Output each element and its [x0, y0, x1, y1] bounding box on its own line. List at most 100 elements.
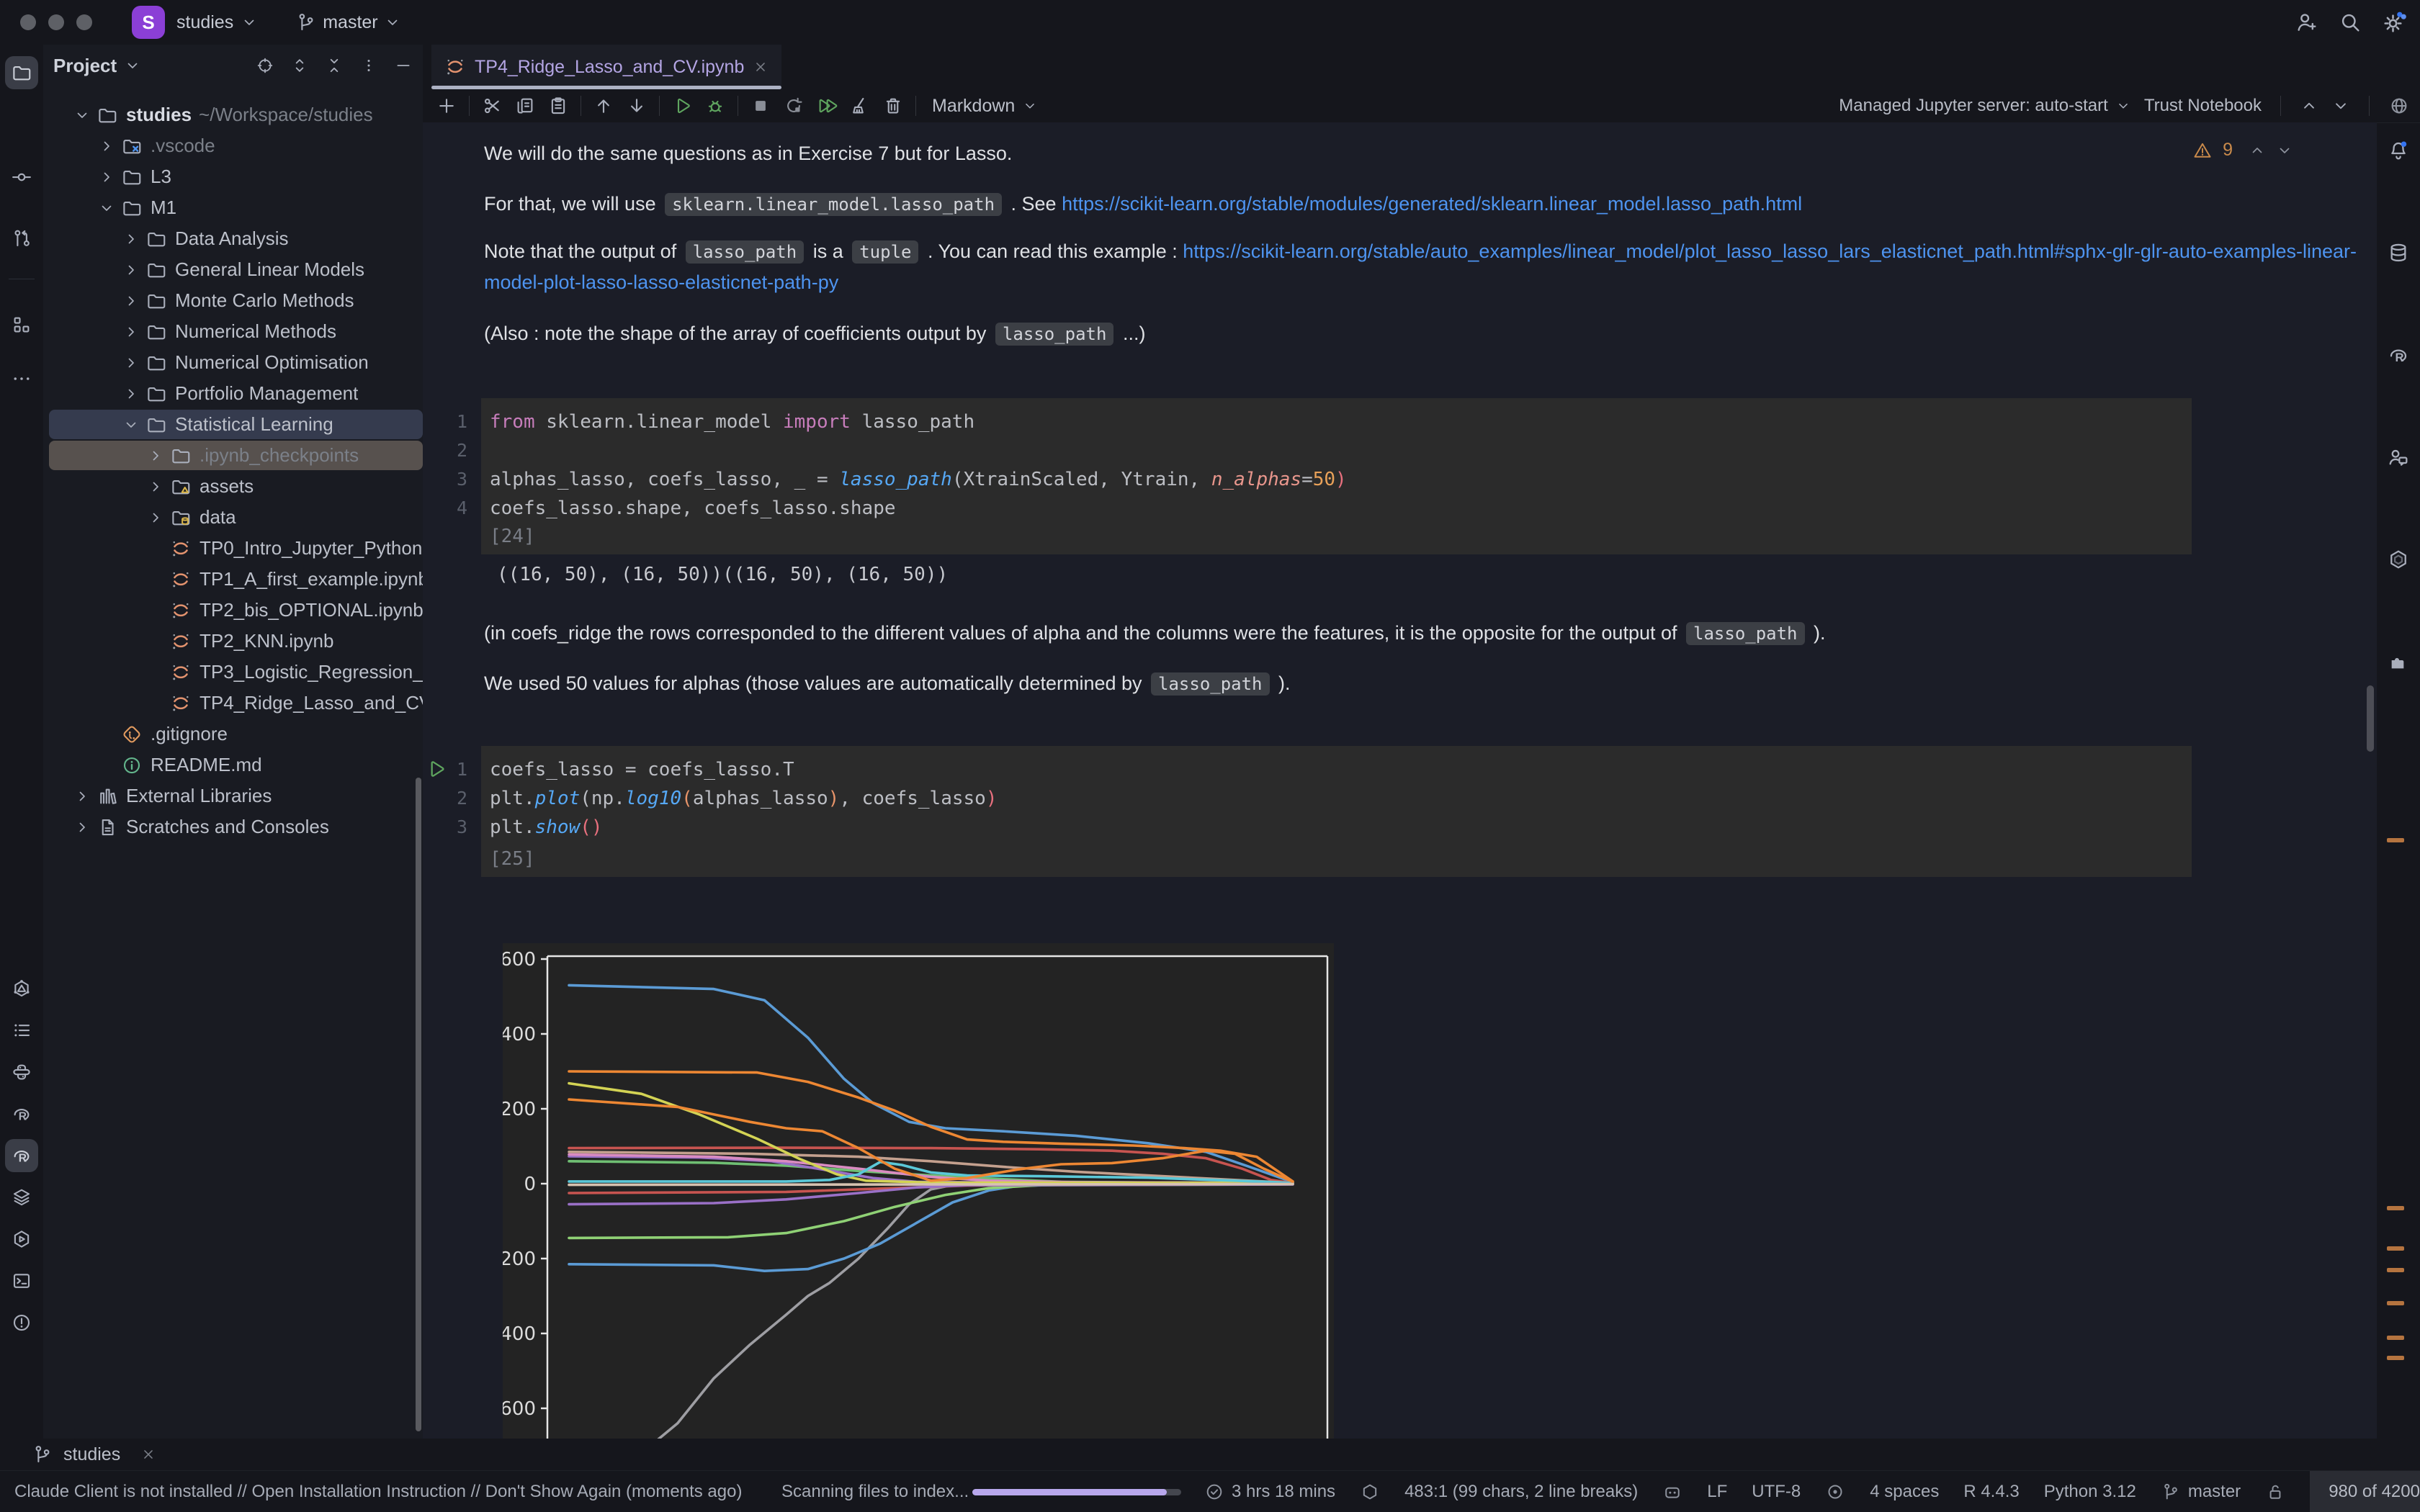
notebook-editor[interactable]: 9 We will do the same questions as in Ex… [423, 122, 2377, 1439]
prev-cell-icon[interactable] [2300, 96, 2318, 115]
rlang-tool-icon[interactable]: R [0, 1135, 43, 1176]
tab-close-icon[interactable] [753, 59, 768, 75]
chevron-right-icon[interactable] [118, 323, 144, 341]
tree-item-vscode[interactable]: .vscode [43, 130, 423, 161]
paste-cell-button[interactable] [542, 91, 575, 120]
structure-tool-icon[interactable] [0, 304, 43, 346]
session-time[interactable]: 3 hrs 18 mins [1204, 1482, 1335, 1502]
folder-tool-tool-icon[interactable] [0, 52, 43, 94]
chevron-down-icon[interactable] [118, 416, 144, 433]
move-up-button[interactable] [587, 91, 620, 120]
status-message[interactable]: Claude Client is not installed // Open I… [14, 1471, 742, 1512]
database-tool-icon[interactable] [2377, 232, 2420, 274]
tree-item-ipynb-checkpoints[interactable]: .ipynb_checkpoints [43, 440, 423, 471]
git-tab-label[interactable]: studies [63, 1444, 120, 1465]
chevron-down-icon[interactable] [94, 199, 120, 217]
chevron-right-icon[interactable] [118, 261, 144, 279]
git-tab-close-icon[interactable] [140, 1446, 156, 1462]
debug-cell-button[interactable] [699, 91, 732, 120]
add-cell-button[interactable] [430, 91, 463, 120]
tree-item-tp2-knn-ipynb[interactable]: TP2_KNN.ipynb [43, 626, 423, 657]
tree-item-monte-carlo-methods[interactable]: Monte Carlo Methods [43, 285, 423, 316]
tree-item-general-linear-models[interactable]: General Linear Models [43, 254, 423, 285]
hexagon-tool-icon[interactable] [2377, 539, 2420, 580]
tree-item-tp1-a-first-example-ipynb[interactable]: TP1_A_first_example.ipynb [43, 564, 423, 595]
restart-kernel-button[interactable] [777, 91, 810, 120]
indent-style[interactable]: 4 spaces [1870, 1482, 1939, 1502]
window-minimize-button[interactable] [48, 14, 64, 30]
code-line[interactable]: coefs_lasso.shape, coefs_lasso.shape [490, 498, 896, 519]
clear-outputs-button[interactable] [843, 91, 877, 120]
tree-item-statistical-learning[interactable]: Statistical Learning [43, 409, 423, 440]
tree-item-assets[interactable]: assets [43, 471, 423, 502]
delete-cell-button[interactable] [877, 91, 910, 120]
git-branch[interactable]: master [2161, 1482, 2241, 1502]
tree-item-tp0-intro-jupyter-python-ip[interactable]: TP0_Intro_Jupyter_Python.ip [43, 533, 423, 564]
warning-stripe-mark[interactable] [2387, 838, 2404, 842]
chevron-right-icon[interactable] [118, 292, 144, 310]
ai-assistant[interactable] [1662, 1482, 1682, 1502]
r-interpreter[interactable]: R 4.4.3 [1963, 1482, 2019, 1502]
python-interpreter[interactable]: Python 3.12 [2044, 1482, 2136, 1502]
cut-cell-button[interactable] [475, 91, 508, 120]
run-all-button[interactable] [810, 91, 843, 120]
warning-stripe-mark[interactable] [2387, 1336, 2404, 1340]
memory-indicator[interactable]: 980 of 4200M [2310, 1471, 2420, 1512]
branch-widget[interactable]: master [295, 12, 400, 33]
tree-item-portfolio-management[interactable]: Portfolio Management [43, 378, 423, 409]
layers-tool-icon[interactable] [0, 1176, 43, 1218]
tree-item-studies[interactable]: studies~/Workspace/studies [43, 99, 423, 130]
line-separator[interactable]: LF [1707, 1482, 1727, 1502]
markdown-link[interactable]: https://scikit-learn.org/stable/modules/… [1062, 193, 1802, 215]
run-cell-gutter-icon[interactable] [424, 757, 447, 780]
chevron-down-icon[interactable] [69, 107, 95, 124]
project-panel-title[interactable]: Project [53, 55, 117, 77]
settings-gear-icon[interactable] [2381, 9, 2407, 35]
copy-cell-button[interactable] [508, 91, 542, 120]
code-cell-1[interactable]: from sklearn.linear_model import lasso_p… [481, 398, 2192, 554]
molecule-tool-icon[interactable] [0, 968, 43, 1009]
terminal-tool-icon[interactable] [0, 1260, 43, 1302]
rlang-tool-icon[interactable]: R [0, 1093, 43, 1135]
project-widget[interactable]: studies [176, 12, 258, 33]
editor-scrollbar-thumb[interactable] [2367, 685, 2374, 752]
project-panel-scrollbar[interactable] [416, 778, 421, 1431]
chevron-right-icon[interactable] [94, 138, 120, 155]
rlang-tool-icon[interactable]: R [2377, 334, 2420, 376]
tab-notebook[interactable]: TP4_Ridge_Lasso_and_CV.ipynb [431, 45, 781, 89]
chevron-right-icon[interactable] [69, 819, 95, 836]
search-icon[interactable] [2338, 10, 2362, 35]
code-line[interactable]: from sklearn.linear_model import lasso_p… [490, 411, 974, 433]
move-down-button[interactable] [620, 91, 653, 120]
stop-kernel-button[interactable] [744, 91, 777, 120]
commit-tool-icon[interactable] [0, 156, 43, 198]
collapse-all-icon[interactable] [325, 56, 344, 75]
cell-type-dropdown[interactable]: Markdown [932, 96, 1038, 117]
warning-stripe-mark[interactable] [2387, 1246, 2404, 1251]
window-zoom-button[interactable] [76, 14, 92, 30]
tree-item-readme-md[interactable]: README.md [43, 750, 423, 780]
chevron-right-icon[interactable] [118, 230, 144, 248]
more-tool-icon[interactable] [0, 358, 43, 400]
services-tool-icon[interactable] [0, 1218, 43, 1260]
highlight-level[interactable] [1825, 1482, 1845, 1502]
tree-item-tp4-ridge-lasso-and-cv-ip[interactable]: TP4_Ridge_Lasso_and_CV.ip [43, 688, 423, 719]
panel-options-icon[interactable] [359, 56, 378, 75]
pull-request-tool-icon[interactable] [0, 217, 43, 259]
warning-stripe-mark[interactable] [2387, 1268, 2404, 1272]
chevron-right-icon[interactable] [118, 385, 144, 402]
trust-notebook-button[interactable]: Trust Notebook [2144, 96, 2262, 116]
chevron-right-icon[interactable] [143, 509, 169, 526]
globe-icon[interactable] [2388, 95, 2410, 117]
puzzle-tool-icon[interactable] [2377, 641, 2420, 683]
file-encoding[interactable]: UTF-8 [1752, 1482, 1801, 1502]
tree-item-gitignore[interactable]: .gitignore [43, 719, 423, 750]
warning-stripe-mark[interactable] [2387, 1301, 2404, 1305]
window-close-button[interactable] [20, 14, 36, 30]
run-cell-button[interactable] [666, 91, 699, 120]
warning-stripe-mark[interactable] [2387, 1206, 2404, 1210]
hexagon-widget[interactable] [1360, 1482, 1380, 1502]
warning-stripe-mark[interactable] [2387, 1356, 2404, 1360]
python-tool-icon[interactable] [0, 1051, 43, 1093]
code-line[interactable]: plt.plot(np.log10(alphas_lasso), coefs_l… [490, 788, 997, 809]
